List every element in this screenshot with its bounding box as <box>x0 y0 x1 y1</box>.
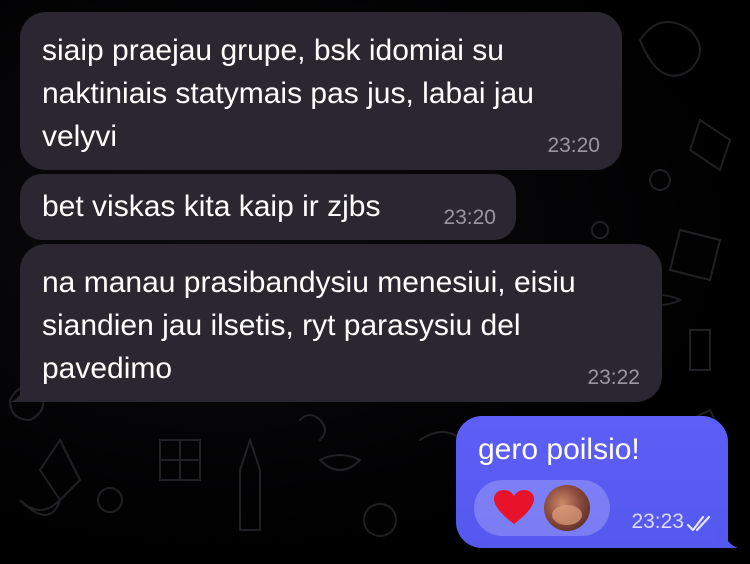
message-time: 23:20 <box>547 134 600 157</box>
incoming-message-3[interactable]: na manau prasibandysiu menesiui, eisiu s… <box>20 244 662 402</box>
incoming-message-1[interactable]: siaip praejau grupe, bsk idomiai su nakt… <box>20 12 622 170</box>
message-time: 23:23 <box>631 510 684 533</box>
reaction-pill[interactable] <box>474 480 610 536</box>
outgoing-message[interactable]: gero poilsio! 23:23 <box>456 416 728 548</box>
message-text: gero poilsio! <box>478 433 640 466</box>
message-text: siaip praejau grupe, bsk idomiai su nakt… <box>42 34 534 153</box>
double-check-icon <box>686 515 711 532</box>
message-text: na manau prasibandysiu menesiui, eisiu s… <box>42 266 576 385</box>
message-time: 23:20 <box>443 206 496 229</box>
reactor-avatar[interactable] <box>544 485 590 531</box>
message-text: bet viskas kita kaip ir zjbs <box>42 190 381 223</box>
bubble-tail-icon <box>716 530 738 548</box>
chat-area: siaip praejau grupe, bsk idomiai su nakt… <box>0 0 750 564</box>
red-heart-icon <box>494 490 534 524</box>
message-time: 23:22 <box>587 366 640 389</box>
incoming-message-2[interactable]: bet viskas kita kaip ir zjbs 23:20 <box>20 174 516 240</box>
bubble-tail-icon <box>10 384 32 402</box>
